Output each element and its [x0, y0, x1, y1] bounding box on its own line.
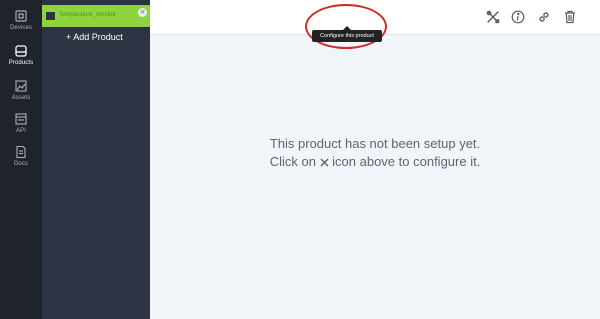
document-icon [14, 145, 28, 159]
info-icon[interactable] [511, 10, 525, 24]
product-name: Temperature_monitor [59, 12, 117, 18]
rail-label-assets: Assets [11, 95, 31, 101]
configure-tooltip: Configure this product [312, 26, 382, 42]
empty-state-text-after: icon above to configure it. [328, 154, 481, 169]
rail-item-docs[interactable]: Docs [0, 145, 42, 181]
empty-state-text-before: Click on [269, 154, 320, 169]
rail-label-docs: Docs [13, 161, 29, 167]
api-window-icon [14, 112, 28, 126]
configure-tools-icon-inline [320, 158, 329, 167]
left-icon-rail: Devices Products Assets API Docs [0, 0, 42, 319]
trash-icon[interactable] [563, 10, 577, 24]
rail-item-api[interactable]: API [0, 112, 42, 148]
close-icon[interactable]: × [138, 8, 147, 17]
empty-state-line-2: Click on icon above to configure it. [150, 153, 600, 171]
product-list-item-selected[interactable]: Temperature_monitor × [42, 5, 150, 27]
link-icon[interactable] [537, 10, 551, 24]
rail-item-assets[interactable]: Assets [0, 79, 42, 115]
empty-state-line-1: This product has not been setup yet. [269, 136, 481, 151]
add-product-button[interactable]: + Add Product [66, 32, 123, 42]
rail-item-products[interactable]: Products [0, 44, 42, 80]
rail-label-devices: Devices [9, 25, 33, 31]
product-box-icon [14, 44, 28, 58]
rail-label-products: Products [8, 60, 34, 66]
products-sidebar: Temperature_monitor × + Add Product [42, 0, 150, 319]
rail-label-api: API [16, 128, 26, 134]
image-icon [14, 79, 28, 93]
product-logo-icon [46, 12, 55, 20]
app-window: Devices Products Assets API Docs Tempera… [0, 0, 600, 319]
rail-item-devices[interactable]: Devices [0, 9, 42, 45]
main-content: This product has not been setup yet. Cli… [150, 35, 600, 319]
device-icon [14, 9, 28, 23]
empty-state-message: This product has not been setup yet. Cli… [150, 135, 600, 171]
configure-tools-icon[interactable] [486, 10, 500, 24]
